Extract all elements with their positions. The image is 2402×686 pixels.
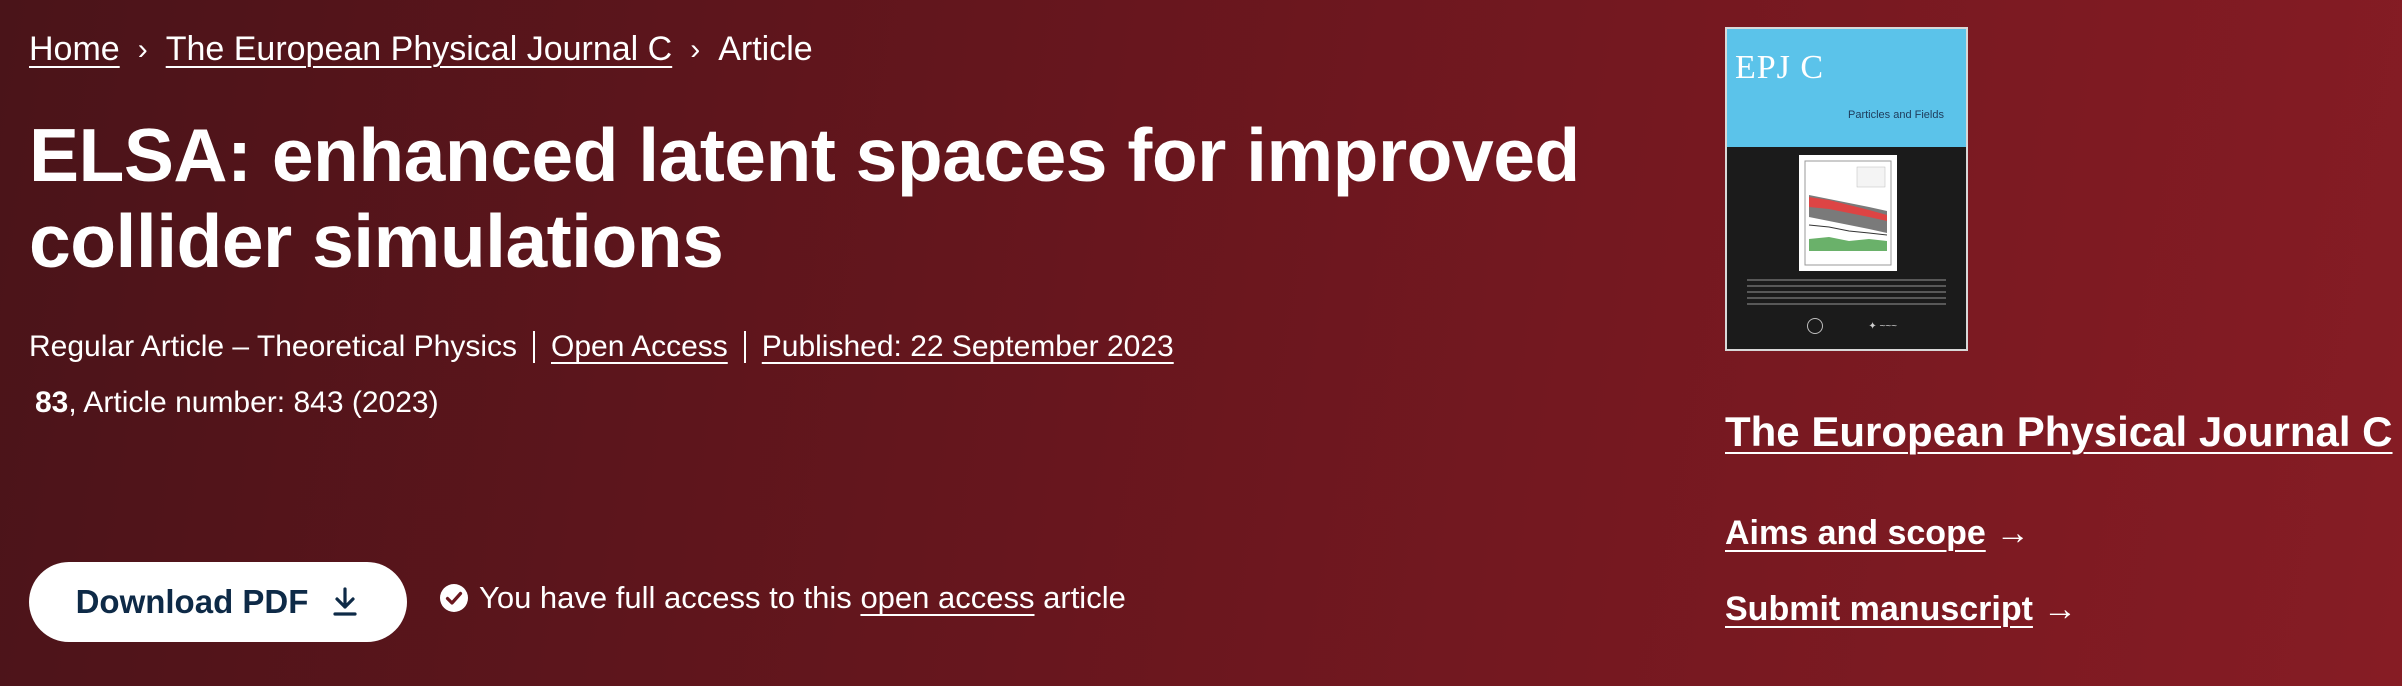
open-access-inline-link[interactable]: open access xyxy=(860,580,1034,616)
download-pdf-button[interactable]: Download PDF xyxy=(29,562,407,642)
page-title: ELSA: enhanced latent spaces for improve… xyxy=(29,113,1580,283)
journal-title-link[interactable]: The European Physical Journal C xyxy=(1725,408,2393,456)
submit-manuscript: Submit manuscript → xyxy=(1725,590,2077,629)
cover-footer-logos: ✦ ~~~ xyxy=(1807,317,1897,335)
chevron-right-icon: › xyxy=(690,32,701,66)
citation-text: , Article number: 843 (2023) xyxy=(68,386,439,419)
arrow-right-icon: → xyxy=(1995,514,2030,552)
cover-header xyxy=(1727,29,1966,147)
cover-figure xyxy=(1799,155,1897,271)
meta-divider xyxy=(533,331,535,363)
article-type: Regular Article – Theoretical Physics xyxy=(29,330,517,363)
submit-manuscript-link[interactable]: Submit manuscript xyxy=(1725,590,2033,629)
society-logo-icon xyxy=(1807,318,1823,334)
access-note-prefix: You have full access to this xyxy=(479,580,852,615)
cover-subtitle: Particles and Fields xyxy=(1848,109,1944,121)
breadcrumb-home-link[interactable]: Home xyxy=(29,30,120,69)
springer-logo-icon: ✦ ~~~ xyxy=(1868,320,1897,332)
chevron-right-icon: › xyxy=(137,32,148,66)
open-access-link[interactable]: Open Access xyxy=(551,330,728,364)
published-date-link[interactable]: Published: 22 September 2023 xyxy=(762,330,1174,364)
meta-divider xyxy=(743,331,746,363)
breadcrumb-current: Article xyxy=(718,30,813,68)
aims-and-scope: Aims and scope → xyxy=(1725,514,2030,553)
volume-number: 83 xyxy=(35,386,69,419)
cover-plot-graphic xyxy=(1804,160,1892,266)
download-icon xyxy=(333,587,358,616)
citation: 83, Article number: 843 (2023) xyxy=(35,386,439,420)
cover-volume-line xyxy=(1735,33,1958,39)
download-pdf-label: Download PDF xyxy=(75,583,309,620)
cover-text-lines xyxy=(1747,279,1946,309)
breadcrumb: Home › The European Physical Journal C ›… xyxy=(29,30,813,69)
article-meta: Regular Article – Theoretical Physics Op… xyxy=(29,330,1174,364)
arrow-right-icon: → xyxy=(2042,590,2077,628)
breadcrumb-journal-link[interactable]: The European Physical Journal C xyxy=(166,30,673,69)
aims-and-scope-link[interactable]: Aims and scope xyxy=(1725,514,1986,553)
journal-cover-image[interactable]: EPJ C Particles and Fields ✦ ~~~ xyxy=(1725,27,1968,351)
cover-logo: EPJ C xyxy=(1735,49,1825,86)
access-note-suffix: article xyxy=(1043,580,1126,615)
check-circle-icon xyxy=(440,584,468,612)
access-note: You have full access to this open access… xyxy=(439,580,1126,616)
